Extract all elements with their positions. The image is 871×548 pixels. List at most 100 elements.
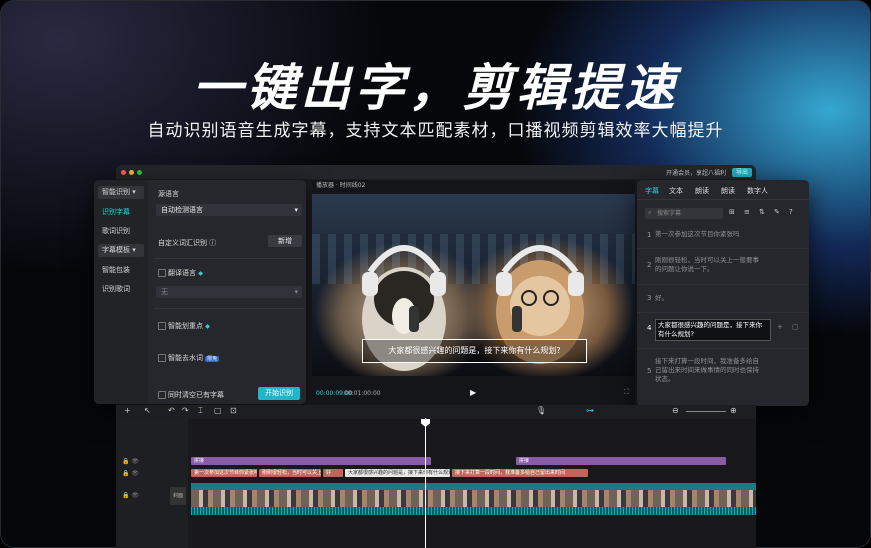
source-language-select[interactable]: 自动检测语言 ▾ [156,204,302,216]
row-text: 好。 [655,294,668,302]
nav-group-smart-recognition[interactable]: 智能识别 ▾ [98,186,144,199]
replace-icon[interactable]: ⊞ [729,208,735,216]
promo-frame: 一键出字，剪辑提速 自动识别语音生成字幕，支持文本匹配素材，口播视频剪辑效率大幅… [0,0,871,548]
nav-item-smart-pack[interactable]: 智能包装 [98,264,144,277]
row-text: 第一次参加这次节目你紧张吗 [655,230,740,238]
zoom-in-icon[interactable]: ⊕ [730,406,737,415]
row-number: 5 [647,367,652,375]
video-track-lock-icon[interactable]: 🔒 👁 [122,492,139,499]
subtitle-row[interactable]: 2 刚刚很轻松，当时可以关上一般要事的问题让你说一下。 [637,249,809,285]
help-icon[interactable]: ? [789,208,793,216]
subtitle-clip[interactable]: 接下来打算一段时间，我准备多给自己留出来时间 [452,469,588,477]
chevron-down-icon: ▾ [132,246,136,254]
titlebar: 开通会员，享超八福利 导出 [116,165,756,179]
video-player: 播放器 · 时间线02 大家都很感兴趣的问题是，接下来你有什么规划? 00:00… [312,180,635,405]
player-controls: 00:00:09:00 00:01:00:00 ▶ ⛶ [312,382,635,402]
add-track-icon[interactable]: + [124,406,131,415]
play-icon[interactable]: ▶ [470,388,476,397]
nav-item-recognize-subtitles[interactable]: 识别字幕 [98,206,144,219]
nav-group-label: 字幕模板 [102,246,130,254]
track-headers: 🔒 👁 🔒 👁 🔒 👁 封面 [116,419,188,548]
promo-text[interactable]: 开通会员，享超八福利 [666,168,726,177]
text-track-lock-icon[interactable]: 🔒 👁 [122,458,139,465]
format-icon[interactable]: ≡ [744,208,750,216]
text-clip[interactable]: 拼接 [516,457,726,465]
subtitle-row-selected[interactable]: 4 大家都很感兴趣的问题是，接下来你有什么规划? + ▢ [637,313,809,349]
chevron-down-icon: ▾ [294,206,298,214]
video-preview[interactable]: 大家都很感兴趣的问题是，接下来你有什么规划? [312,194,635,376]
divider [154,308,304,309]
add-vocab-button[interactable]: 新增 [268,235,302,247]
audio-waveform [191,507,756,515]
tab-read-2[interactable]: 朗读 [721,186,735,196]
crop-icon[interactable]: ⊡ [230,406,237,415]
filler-checkbox[interactable] [158,354,166,362]
translate-language-select[interactable]: 无 ▾ [156,286,302,298]
search-icon: ⌕ [648,209,652,216]
source-language-label: 源语言 [158,190,179,198]
subtitle-clip-selected[interactable]: 大家都很感兴趣的问题是，接下来你有什么规划 [345,469,450,477]
sort-icon[interactable]: ⇅ [759,208,765,216]
timeline: 🔒 👁 🔒 👁 🔒 👁 封面 拼接 拼接 第一次参加这次节目你紧张吗 刚刚很轻松… [116,419,756,548]
maximize-dot[interactable] [137,170,142,175]
start-recognition-button[interactable]: 开始识别 [258,387,300,400]
translate-label: 翻译语言 ◆ [168,268,203,278]
nav-item-lyrics[interactable]: 歌词识别 [98,225,144,238]
subtitle-clip[interactable]: 刚刚很轻松，当时可以关上 [259,469,321,477]
tab-digital-human[interactable]: 数字人 [747,186,768,196]
playhead[interactable] [425,418,426,548]
timeline-toolbar: + ↖ ↶ ↷ ⌶ ▢ ⊡ 🎙 ⊶ ⊖ ⊕ [116,405,756,419]
nav-item-recognize-lyrics[interactable]: 识别歌词 [98,283,144,296]
subtitle-clip[interactable]: 第一次参加这次节目你紧张吗 [191,469,257,477]
undo-icon[interactable]: ↶ [168,406,175,415]
divider [637,199,809,200]
total-time: 00:01:00:00 [344,390,381,397]
row-text: 接下来打算一段时间，我准备多给自己留出来时间来做事情的同时也保持状态。 [655,357,759,383]
nav-group-templates[interactable]: 字幕模板 ▾ [98,244,144,257]
tab-subtitles[interactable]: 字幕 [645,186,659,196]
export-button[interactable]: 导出 [732,168,752,177]
close-dot[interactable] [121,170,126,175]
row-number: 1 [647,231,652,239]
mic-icon[interactable]: 🎙 [536,406,546,415]
subtitle-overlay[interactable]: 大家都很感兴趣的问题是，接下来你有什么规划? [362,339,587,363]
zoom-slider[interactable] [686,411,726,412]
clear-existing-label: 同时清空已有字幕 [168,391,224,399]
tools-icon[interactable]: ✎ [774,208,780,216]
redo-icon[interactable]: ↷ [182,406,189,415]
delete-icon[interactable]: ▢ [792,323,799,331]
row-text[interactable]: 大家都很感兴趣的问题是，接下来你有什么规划? [655,319,771,341]
add-icon[interactable]: + [777,323,783,331]
divider [154,258,304,259]
tab-read[interactable]: 朗读 [695,186,709,196]
highlight-checkbox[interactable] [158,322,166,330]
subtitle-search-input[interactable]: 搜索字幕 [645,208,723,219]
zoom-out-icon[interactable]: ⊖ [672,406,679,415]
minimize-dot[interactable] [129,170,134,175]
delete-icon[interactable]: ▢ [214,406,222,415]
select-tool-icon[interactable]: ↖ [144,406,151,415]
fullscreen-icon[interactable]: ⛶ [624,388,629,397]
cover-button[interactable]: 封面 [170,487,186,505]
filler-text: 智能去水词 [168,354,203,362]
left-nav: 智能识别 ▾ 识别字幕 歌词识别 字幕模板 ▾ 智能包装 识别歌词 [94,180,148,404]
subtitle-clip[interactable]: 好 [323,469,343,477]
translate-checkbox[interactable] [158,269,166,277]
custom-vocab-label: 自定义词汇识别 ⓘ [158,238,216,248]
help-icon[interactable]: ⓘ [209,239,216,247]
highlight-label: 智能划重点 ◆ [168,321,210,331]
vip-diamond-icon: ◆ [198,270,203,277]
subtitle-row[interactable]: 1 第一次参加这次节目你紧张吗 [637,225,809,249]
subtitle-list-panel: 字幕 文本 朗读 朗读 数字人 搜索字幕 ⌕ ⊞ ≡ ⇅ ✎ ? 1 第一次参加… [637,180,809,406]
subtitle-row[interactable]: 5 接下来打算一段时间，我准备多给自己留出来时间来做事情的同时也保持状态。 [637,349,809,393]
split-icon[interactable]: ⌶ [198,406,203,416]
snap-icon[interactable]: ⊶ [586,406,594,415]
subtitle-track-lock-icon[interactable]: 🔒 👁 [122,470,139,477]
tab-text[interactable]: 文本 [669,186,683,196]
translate-text: 翻译语言 [168,269,196,277]
subtitle-row[interactable]: 3 好。 [637,285,809,313]
subheadline: 自动识别语音生成字幕，支持文本匹配素材，口播视频剪辑效率大幅提升 [147,121,724,141]
text-clip[interactable]: 拼接 [191,457,431,465]
clear-existing-checkbox[interactable] [158,391,166,399]
headline: 一键出字，剪辑提速 [192,59,679,117]
